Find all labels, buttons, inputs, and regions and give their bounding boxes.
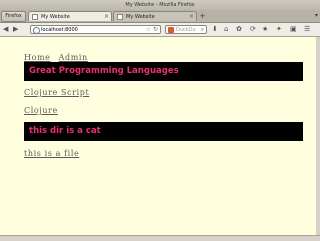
addon-icon[interactable]: ✿ <box>236 25 242 34</box>
forward-icon[interactable]: ▶ <box>13 25 18 34</box>
bookmark-star-icon[interactable]: ☆ <box>146 26 151 34</box>
vertical-scrollbar[interactable] <box>316 37 320 235</box>
dir-banner: this dir is a cat <box>24 122 303 141</box>
extension-icon[interactable]: ✦ <box>276 25 282 34</box>
url-bar[interactable]: localhost:8000 ☆ ↻ <box>30 25 161 34</box>
search-input[interactable]: DuckDu <box>176 27 196 33</box>
clojure-script-link[interactable]: Clojure Script <box>24 88 89 97</box>
page-heading-banner: Great Programming Languages <box>24 62 303 81</box>
page-favicon-icon <box>117 14 123 20</box>
tab-my-website-active[interactable]: My Website × <box>28 11 112 21</box>
site-identity-icon[interactable] <box>33 27 40 34</box>
home-icon[interactable]: ⌂ <box>224 25 228 34</box>
status-bar <box>0 235 320 241</box>
clojure-link[interactable]: Clojure <box>24 106 58 115</box>
firefox-menu-button[interactable]: Firefox <box>1 11 26 22</box>
reload-icon[interactable]: ↻ <box>153 26 158 34</box>
search-engine-icon[interactable] <box>168 27 174 33</box>
close-tab-icon[interactable]: × <box>189 12 194 21</box>
window-title: My Website - Mozilla Firefox <box>125 2 195 8</box>
admin-link[interactable]: Admin <box>59 53 88 62</box>
url-text[interactable]: localhost:8000 <box>41 26 78 34</box>
navigation-toolbar: ◀ ▶ localhost:8000 ☆ ↻ DuckDu ⌕ ⬇ ⌂ ✿ ⟳ … <box>0 23 320 37</box>
menu-icon[interactable]: ☰ <box>304 25 310 34</box>
search-icon[interactable]: ⌕ <box>201 26 204 34</box>
page-content: Home Admin Great Programming Languages C… <box>0 37 316 235</box>
tab-bar: Firefox My Website × My Website × + ▾ <box>0 10 320 23</box>
back-icon[interactable]: ◀ <box>3 25 8 34</box>
sync-icon[interactable]: ⟳ <box>250 25 256 34</box>
bookmarks-icon[interactable]: ★ <box>262 25 268 34</box>
tab-my-website[interactable]: My Website × <box>113 11 197 21</box>
close-tab-icon[interactable]: × <box>104 12 109 21</box>
downloads-icon[interactable]: ⬇ <box>212 25 218 34</box>
mouse-cursor-icon: ⌶ <box>118 131 123 140</box>
new-tab-button[interactable]: + <box>198 12 207 20</box>
tab-label: My Website <box>126 14 155 20</box>
search-bar[interactable]: DuckDu ⌕ <box>165 25 207 34</box>
page-favicon-icon <box>32 14 38 20</box>
list-all-tabs-icon[interactable]: ▾ <box>315 12 318 19</box>
tab-label: My Website <box>41 14 70 20</box>
home-link[interactable]: Home <box>24 53 51 62</box>
file-link[interactable]: this is a file <box>24 149 79 158</box>
pocket-icon[interactable]: ▣ <box>290 25 297 34</box>
